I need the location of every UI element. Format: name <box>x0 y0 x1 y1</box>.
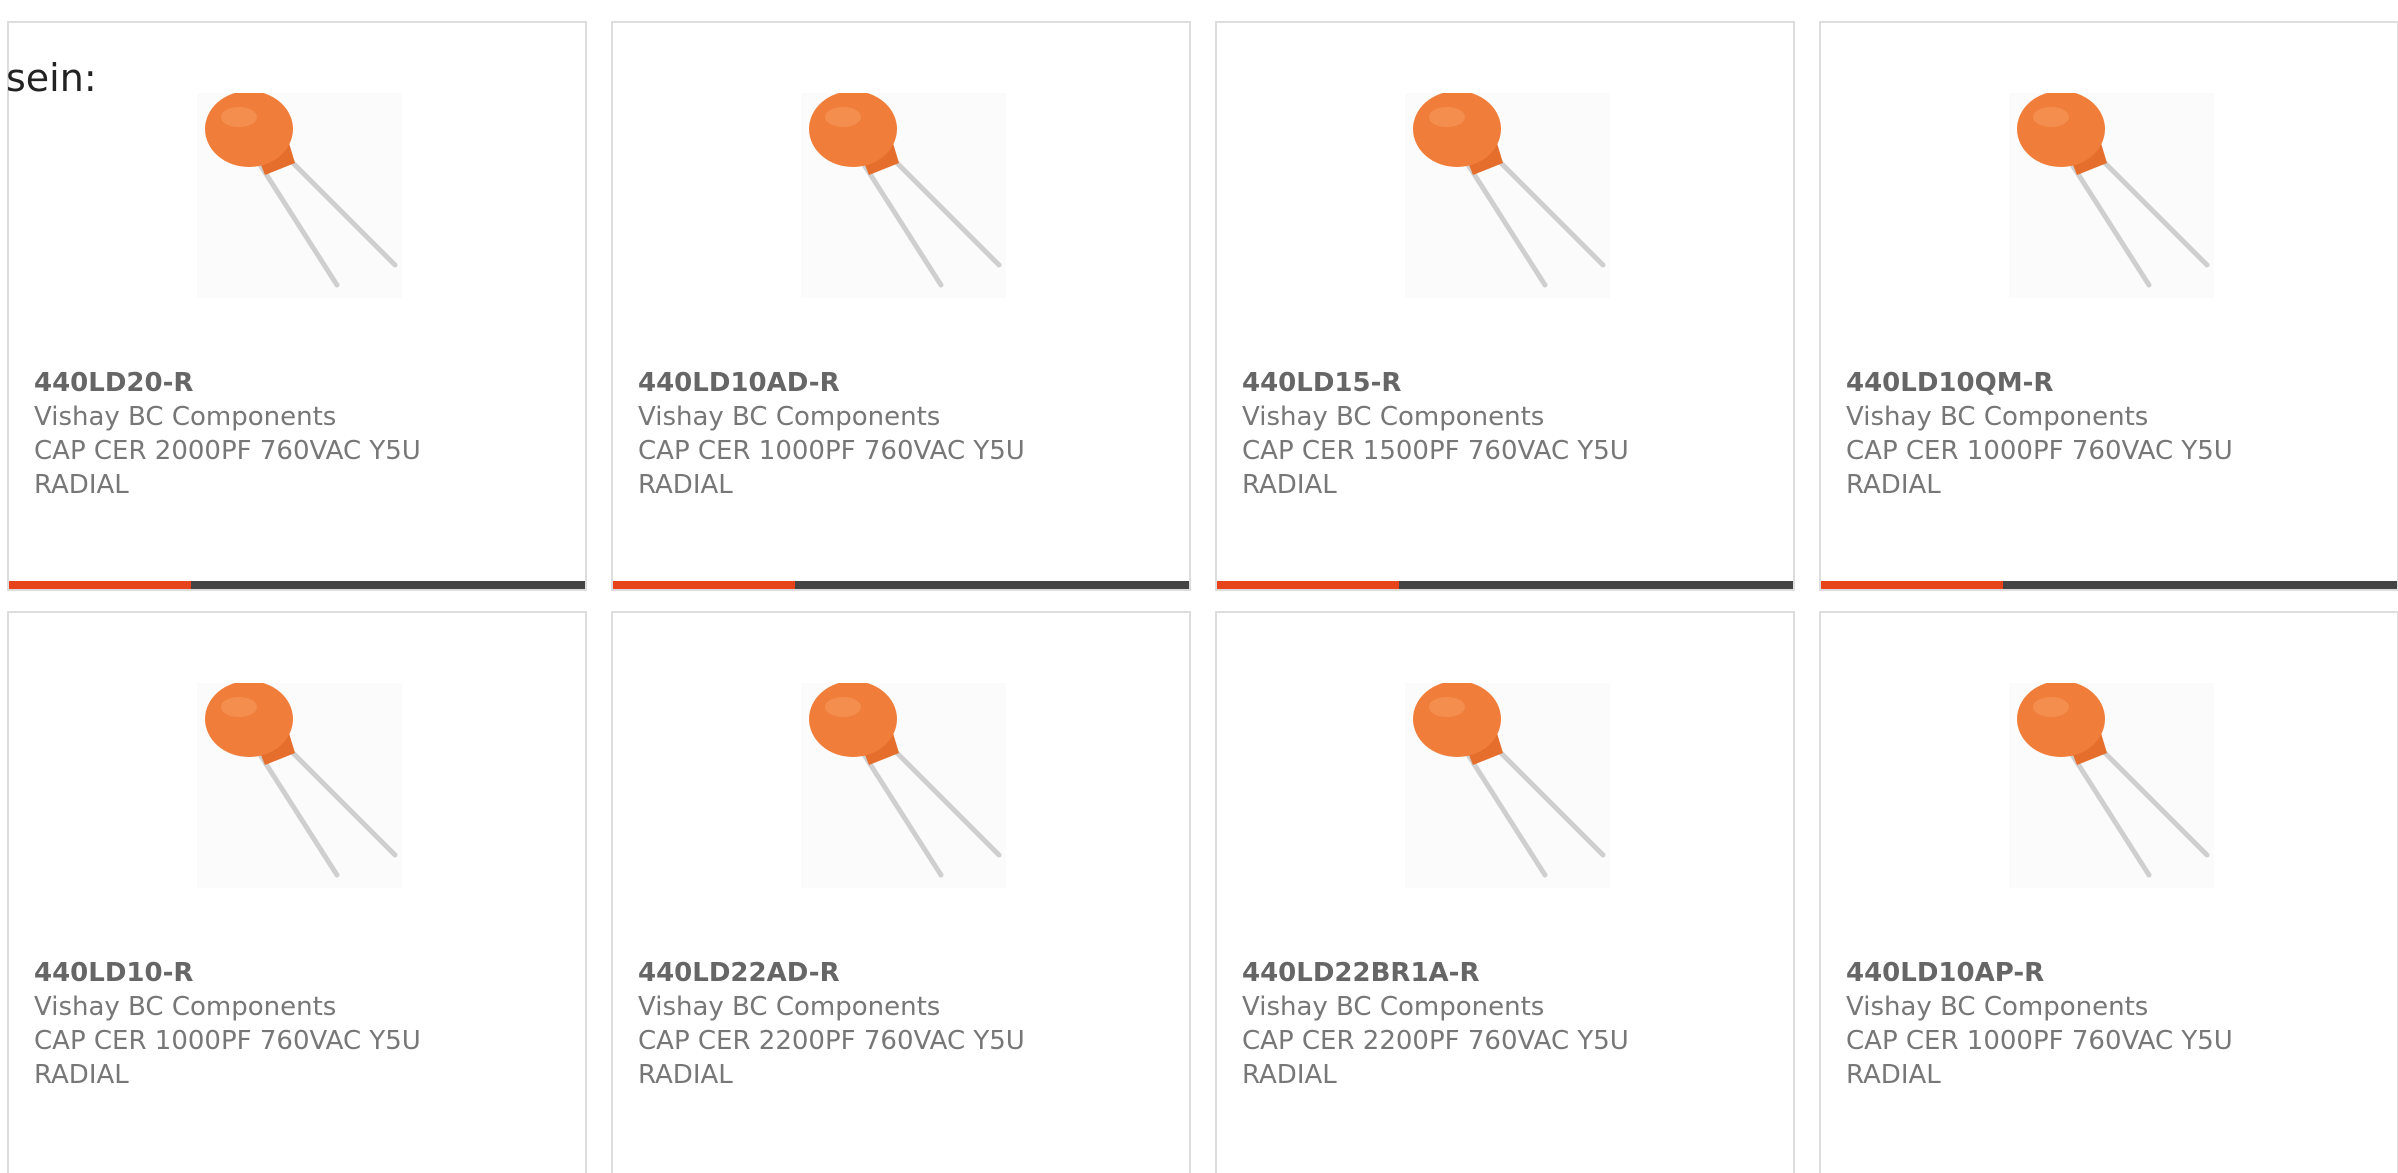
product-image[interactable] <box>801 683 1006 888</box>
description-line1: CAP CER 2200PF 760VAC Y5U <box>638 1026 1025 1056</box>
product-card[interactable]: 440LD10AP-R Vishay BC Components CAP CER… <box>1819 611 2398 1173</box>
product-image[interactable] <box>197 683 402 888</box>
manufacturer: Vishay BC Components <box>1846 992 2149 1022</box>
description-line2: RADIAL <box>34 1060 129 1090</box>
card-bottom-bar <box>1821 581 2397 589</box>
description-line1: CAP CER 1500PF 760VAC Y5U <box>1242 436 1629 466</box>
manufacturer: Vishay BC Components <box>1242 992 1545 1022</box>
ceramic-disc-capacitor-icon <box>2017 93 2210 288</box>
ceramic-disc-capacitor-icon <box>809 683 1002 878</box>
description-line2: RADIAL <box>1242 470 1337 500</box>
manufacturer: Vishay BC Components <box>1846 402 2149 432</box>
product-card[interactable]: 440LD10AD-R Vishay BC Components CAP CER… <box>611 21 1191 591</box>
description-line1: CAP CER 2000PF 760VAC Y5U <box>34 436 421 466</box>
manufacturer: Vishay BC Components <box>34 402 337 432</box>
description-line2: RADIAL <box>638 1060 733 1090</box>
part-number-link[interactable]: 440LD22AD-R <box>638 956 840 990</box>
ceramic-disc-capacitor-icon <box>205 683 398 878</box>
card-bottom-bar <box>1217 581 1793 589</box>
product-grid: 440LD20-R Vishay BC Components CAP CER 2… <box>0 0 2398 1173</box>
ceramic-disc-capacitor-icon <box>205 93 398 288</box>
description-line2: RADIAL <box>1242 1060 1337 1090</box>
product-card[interactable]: 440LD10-R Vishay BC Components CAP CER 1… <box>7 611 587 1173</box>
part-number-link[interactable]: 440LD10AP-R <box>1846 956 2044 990</box>
description-line2: RADIAL <box>34 470 129 500</box>
product-image[interactable] <box>801 93 1006 298</box>
card-bottom-bar <box>9 581 585 589</box>
manufacturer: Vishay BC Components <box>638 992 941 1022</box>
product-image[interactable] <box>2009 683 2214 888</box>
product-card[interactable]: 440LD22AD-R Vishay BC Components CAP CER… <box>611 611 1191 1173</box>
product-image[interactable] <box>1405 93 1610 298</box>
part-number-link[interactable]: 440LD15-R <box>1242 366 1401 400</box>
description-line1: CAP CER 1000PF 760VAC Y5U <box>1846 1026 2233 1056</box>
part-number-link[interactable]: 440LD22BR1A-R <box>1242 956 1479 990</box>
part-number-link[interactable]: 440LD10-R <box>34 956 193 990</box>
product-grid-page: sein: 440LD20-R Vishay BC Components CAP… <box>0 0 2398 1173</box>
description-line1: CAP CER 2200PF 760VAC Y5U <box>1242 1026 1629 1056</box>
part-number-link[interactable]: 440LD10QM-R <box>1846 366 2053 400</box>
product-image[interactable] <box>2009 93 2214 298</box>
ceramic-disc-capacitor-icon <box>2017 683 2210 878</box>
manufacturer: Vishay BC Components <box>1242 402 1545 432</box>
manufacturer: Vishay BC Components <box>638 402 941 432</box>
part-number-link[interactable]: 440LD20-R <box>34 366 193 400</box>
card-accent-bar <box>613 581 795 589</box>
description-line2: RADIAL <box>1846 1060 1941 1090</box>
lead-text: sein: <box>6 56 97 100</box>
product-card[interactable]: 440LD20-R Vishay BC Components CAP CER 2… <box>7 21 587 591</box>
ceramic-disc-capacitor-icon <box>1413 93 1606 288</box>
description-line1: CAP CER 1000PF 760VAC Y5U <box>34 1026 421 1056</box>
product-card[interactable]: 440LD15-R Vishay BC Components CAP CER 1… <box>1215 21 1795 591</box>
part-number-link[interactable]: 440LD10AD-R <box>638 366 840 400</box>
product-image[interactable] <box>197 93 402 298</box>
description-line2: RADIAL <box>1846 470 1941 500</box>
card-bottom-bar <box>613 581 1189 589</box>
card-accent-bar <box>1217 581 1399 589</box>
product-image[interactable] <box>1405 683 1610 888</box>
product-card[interactable]: 440LD10QM-R Vishay BC Components CAP CER… <box>1819 21 2398 591</box>
product-card[interactable]: 440LD22BR1A-R Vishay BC Components CAP C… <box>1215 611 1795 1173</box>
ceramic-disc-capacitor-icon <box>809 93 1002 288</box>
manufacturer: Vishay BC Components <box>34 992 337 1022</box>
description-line1: CAP CER 1000PF 760VAC Y5U <box>1846 436 2233 466</box>
description-line1: CAP CER 1000PF 760VAC Y5U <box>638 436 1025 466</box>
card-accent-bar <box>1821 581 2003 589</box>
ceramic-disc-capacitor-icon <box>1413 683 1606 878</box>
description-line2: RADIAL <box>638 470 733 500</box>
card-accent-bar <box>9 581 191 589</box>
